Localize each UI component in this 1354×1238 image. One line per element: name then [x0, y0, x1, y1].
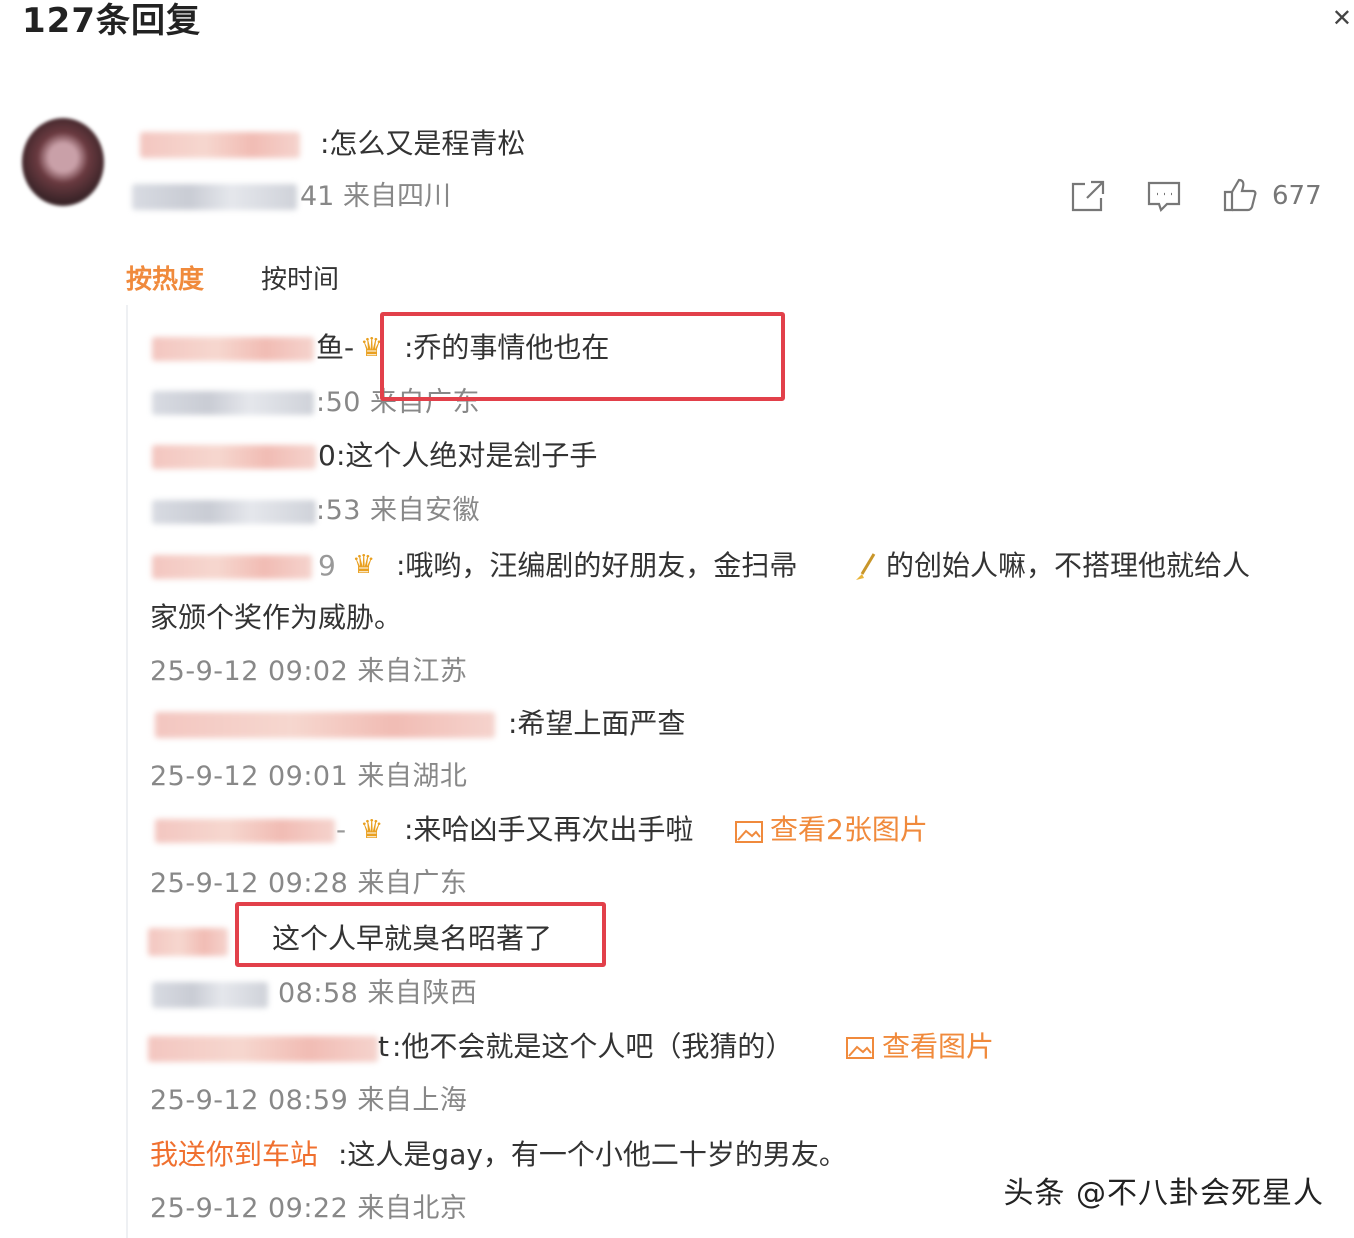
reply-text-line2: 家颁个奖作为威胁。 — [150, 601, 403, 634]
comment-icon[interactable] — [1142, 176, 1186, 216]
watermark: 头条 @不八卦会死星人 — [1003, 1176, 1324, 1211]
timestamp-blurred — [152, 982, 268, 1008]
username-blurred[interactable] — [152, 555, 312, 579]
reply-username-suffix[interactable]: 9 — [318, 548, 336, 584]
reply-meta: 25-9-12 09:01 来自湖北 — [150, 761, 468, 792]
close-icon[interactable]: ✕ — [1332, 4, 1352, 32]
reply-count-title: 127条回复 — [22, 1, 201, 41]
share-icon[interactable] — [1066, 176, 1110, 216]
username-blurred[interactable] — [152, 337, 314, 361]
like-icon[interactable] — [1218, 174, 1262, 216]
reply-text-line1b: 的创始人嘛，不搭理他就给人 — [886, 549, 1251, 582]
reply-meta: 25-9-12 09:02 来自江苏 — [150, 656, 468, 687]
reply-text: :希望上面严查 — [508, 707, 686, 740]
view-image-link[interactable]: 查看图片 — [882, 1029, 994, 1065]
username-blurred[interactable] — [155, 819, 335, 843]
reply-username-suffix[interactable]: 0 — [318, 438, 336, 474]
thread-divider — [126, 305, 128, 1238]
crown-badge-icon: ♛ — [360, 815, 384, 845]
highlight-box — [380, 312, 785, 401]
tab-sort-hot[interactable]: 按热度 — [126, 259, 204, 296]
timestamp-blurred — [132, 184, 297, 210]
reply-text: :这人是gay，有一个小他二十岁的男友。 — [338, 1138, 847, 1171]
image-icon[interactable] — [734, 820, 764, 848]
image-icon[interactable] — [845, 1036, 875, 1064]
reply-username[interactable]: 我送你到车站 — [150, 1137, 318, 1173]
reply-text-line1: :哦哟，汪编剧的好朋友，金扫帚 — [396, 549, 798, 582]
reply-meta: 25-9-12 08:59 来自上海 — [150, 1085, 468, 1116]
main-comment-text: :怎么又是程青松 — [320, 127, 526, 160]
timestamp-blurred — [152, 500, 316, 524]
reply-username-suffix[interactable]: - — [336, 812, 346, 848]
reply-text: :他不会就是这个人吧（我猜的） — [392, 1030, 794, 1063]
reply-username-suffix[interactable]: t — [378, 1029, 389, 1065]
username-blurred[interactable] — [155, 712, 495, 738]
tab-sort-time[interactable]: 按时间 — [261, 259, 339, 296]
username-blurred[interactable] — [140, 132, 300, 158]
reply-username-suffix[interactable]: 鱼- — [316, 330, 354, 366]
reply-text: :这个人绝对是刽子手 — [336, 439, 598, 472]
reply-meta: 08:58 来自陕西 — [278, 978, 478, 1009]
main-comment-meta: 41 来自四川 — [300, 181, 451, 212]
view-images-link[interactable]: 查看2张图片 — [770, 812, 928, 848]
broom-icon — [852, 552, 878, 586]
timestamp-blurred — [152, 391, 314, 415]
reply-meta: :53 来自安徽 — [316, 495, 481, 526]
username-blurred[interactable] — [148, 1036, 378, 1062]
highlight-box — [235, 902, 606, 967]
crown-badge-icon: ♛ — [352, 550, 376, 580]
reply-text: :来哈凶手又再次出手啦 — [404, 813, 694, 846]
username-blurred[interactable] — [148, 928, 228, 956]
like-count: 677 — [1272, 181, 1322, 211]
reply-meta: 25-9-12 09:22 来自北京 — [150, 1193, 468, 1224]
reply-meta: 25-9-12 09:28 来自广东 — [150, 868, 468, 899]
avatar[interactable] — [22, 118, 104, 206]
username-blurred[interactable] — [152, 445, 316, 469]
